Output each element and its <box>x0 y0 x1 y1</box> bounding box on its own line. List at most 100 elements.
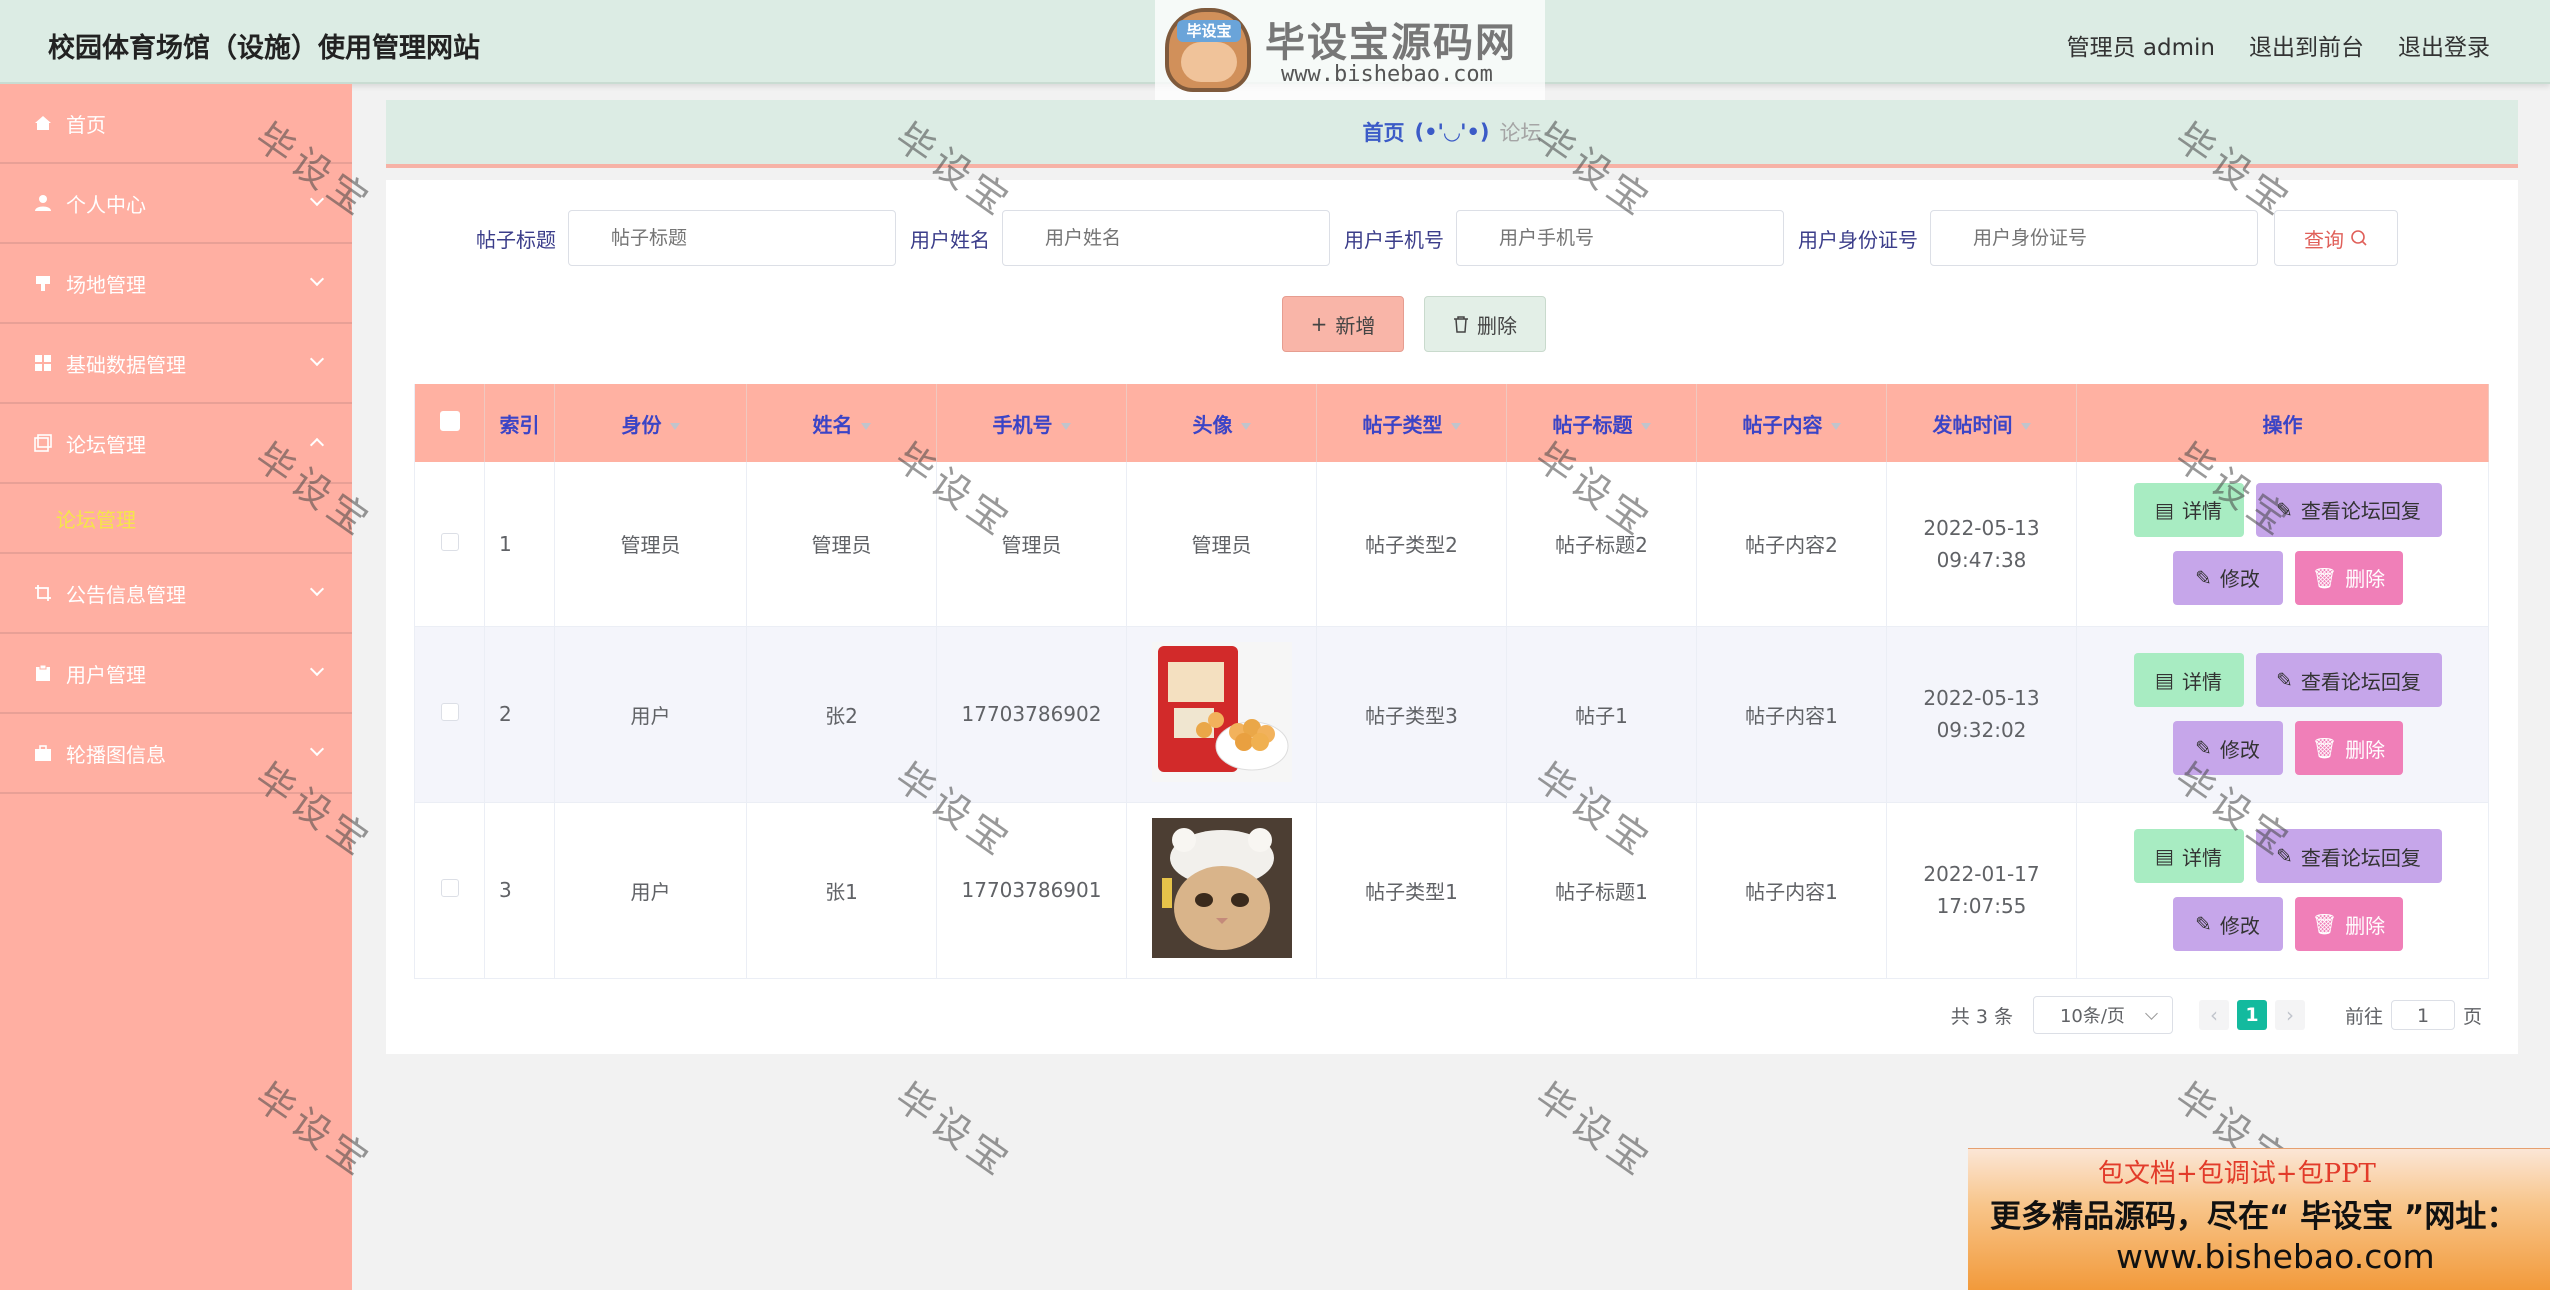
ad-line-3: www.bishebao.com <box>2116 1237 2435 1276</box>
forum-table: 索引 身份 姓名 手机号 头像 帖子类型 帖子标题 帖子内容 发帖时间 操作 1… <box>414 384 2489 979</box>
row-select-cell[interactable] <box>414 462 485 627</box>
cell-content: 帖子内容1 <box>1696 802 1887 979</box>
row-checkbox[interactable] <box>440 879 459 897</box>
cell-avatar[interactable] <box>1126 626 1317 803</box>
logo-name: 毕设宝源码网 <box>1265 20 1517 66</box>
cell-time: 2022-01-17 17:07:55 <box>1886 802 2077 979</box>
edit-icon: ✎ <box>2276 844 2293 868</box>
edit-icon: ✎ <box>2276 668 2293 692</box>
cell-phone: 17703786901 <box>936 802 1127 979</box>
column-header[interactable]: 帖子标题 <box>1506 384 1697 462</box>
sidebar-item-venue[interactable]: 场地管理 <box>0 244 352 324</box>
sort-icon[interactable] <box>2020 422 2031 430</box>
column-header[interactable]: 手机号 <box>936 384 1127 462</box>
column-header[interactable]: 姓名 <box>746 384 937 462</box>
sort-icon[interactable] <box>1830 422 1841 430</box>
chevron-down-icon <box>309 661 325 677</box>
sidebar-item-basic-data[interactable]: 基础数据管理 <box>0 324 352 404</box>
row-select-cell[interactable] <box>414 626 485 803</box>
edit-button[interactable]: ✎ 修改 <box>2172 721 2283 775</box>
briefcase-icon <box>35 745 51 761</box>
row-checkbox[interactable] <box>440 532 459 551</box>
detail-button[interactable]: ▤ 详情 <box>2133 482 2244 537</box>
sort-icon[interactable] <box>1060 422 1071 430</box>
search-icon <box>2351 230 2367 246</box>
sort-icon[interactable] <box>1240 422 1251 430</box>
add-button[interactable]: + 新增 <box>1282 296 1404 352</box>
username-input[interactable] <box>1002 210 1330 266</box>
cell-type: 帖子类型2 <box>1316 462 1507 627</box>
column-header[interactable]: 头像 <box>1126 384 1317 462</box>
sidebar-item-carousel[interactable]: 轮播图信息 <box>0 714 352 794</box>
sidebar-item-users[interactable]: 用户管理 <box>0 634 352 714</box>
view-reply-button[interactable]: ✎ 查看论坛回复 <box>2255 653 2442 707</box>
sort-icon[interactable] <box>860 422 871 430</box>
select-all-cell[interactable] <box>414 384 485 462</box>
cell-index: 1 <box>484 462 555 627</box>
sidebar-item-label: 个人中心 <box>66 192 146 217</box>
detail-button[interactable]: ▤ 详情 <box>2133 829 2244 883</box>
column-header[interactable]: 发帖时间 <box>1886 384 2077 462</box>
select-all-checkbox[interactable] <box>439 410 460 431</box>
view-reply-button[interactable]: ✎ 查看论坛回复 <box>2255 829 2442 883</box>
page-number-current[interactable]: 1 <box>2236 1000 2267 1030</box>
breadcrumb-home[interactable]: 首页 <box>1362 117 1404 147</box>
cell-role: 用户 <box>554 802 747 979</box>
search-label-phone: 用户手机号 <box>1344 227 1444 252</box>
remove-button[interactable]: 🗑 删除 <box>2294 897 2403 951</box>
sort-icon[interactable] <box>669 422 680 430</box>
avatar-cat-image[interactable] <box>1151 817 1292 958</box>
sort-icon[interactable] <box>1450 422 1461 430</box>
edit-icon: ✎ <box>2276 497 2293 522</box>
column-header[interactable]: 帖子类型 <box>1316 384 1507 462</box>
sidebar-item-profile[interactable]: 个人中心 <box>0 164 352 244</box>
goto-page-input[interactable]: 1 <box>2390 1000 2455 1030</box>
sidebar-subitem-forum-manage[interactable]: 论坛管理 <box>0 484 352 554</box>
cell-avatar[interactable] <box>1126 802 1317 979</box>
page-size-value: 10条/页 <box>2059 1006 2125 1027</box>
remove-button[interactable]: 🗑 删除 <box>2294 721 2403 775</box>
view-reply-button[interactable]: ✎ 查看论坛回复 <box>2255 482 2442 537</box>
batch-delete-button[interactable]: 删除 <box>1424 296 1546 352</box>
detail-button[interactable]: ▤ 详情 <box>2133 653 2244 707</box>
trash-icon: 🗑 <box>2311 912 2338 936</box>
ad-banner[interactable]: 包文档+包调试+包PPT 更多精品源码，尽在“ 毕设宝 ”网址： www.bis… <box>1968 1148 2550 1290</box>
page-size-select[interactable]: 10条/页 <box>2032 996 2173 1034</box>
post-title-input[interactable] <box>568 210 896 266</box>
total-count: 共 3 条 <box>1950 1005 2013 1028</box>
back-to-front-link[interactable]: 退出到前台 <box>2249 28 2364 62</box>
column-header[interactable]: 帖子内容 <box>1696 384 1887 462</box>
query-button-label: 查询 <box>2304 227 2344 252</box>
cell-type: 帖子类型3 <box>1316 626 1507 803</box>
query-button[interactable]: 查询 <box>2274 210 2398 266</box>
column-header[interactable]: 身份 <box>554 384 747 462</box>
avatar-snack-image[interactable] <box>1151 641 1292 782</box>
prev-page-button[interactable]: ‹ <box>2198 1000 2229 1030</box>
phone-input[interactable] <box>1456 210 1784 266</box>
sidebar-item-home[interactable]: 首页 <box>0 84 352 164</box>
logout-link[interactable]: 退出登录 <box>2398 28 2490 62</box>
delete-button-label: 删除 <box>1477 313 1517 338</box>
sort-icon[interactable] <box>1640 422 1651 430</box>
row-checkbox[interactable] <box>440 703 459 721</box>
remove-button[interactable]: 🗑 删除 <box>2294 550 2403 605</box>
main-card: 帖子标题 用户姓名 用户手机号 用户身份证号 查询 + 新增 删除 索引 <box>386 180 2518 1054</box>
chevron-down-icon <box>309 351 325 367</box>
edit-button[interactable]: ✎ 修改 <box>2172 550 2283 605</box>
cell-type: 帖子类型1 <box>1316 802 1507 979</box>
row-select-cell[interactable] <box>414 802 485 979</box>
sidebar-item-forum[interactable]: 论坛管理 <box>0 404 352 484</box>
cell-content: 帖子内容1 <box>1696 626 1887 803</box>
edit-button[interactable]: ✎ 修改 <box>2172 897 2283 951</box>
chevron-down-icon <box>309 741 325 757</box>
cell-index: 2 <box>484 626 555 803</box>
sidebar-item-notice[interactable]: 公告信息管理 <box>0 554 352 634</box>
column-header-label: 身份 <box>621 412 662 437</box>
column-header-label: 手机号 <box>992 412 1053 437</box>
cell-role: 用户 <box>554 626 747 803</box>
home-icon <box>35 116 51 130</box>
column-header: 操作 <box>2076 384 2489 462</box>
next-page-button[interactable]: › <box>2274 1000 2305 1030</box>
idcard-input[interactable] <box>1930 210 2258 266</box>
sidebar-item-label: 基础数据管理 <box>66 352 186 377</box>
